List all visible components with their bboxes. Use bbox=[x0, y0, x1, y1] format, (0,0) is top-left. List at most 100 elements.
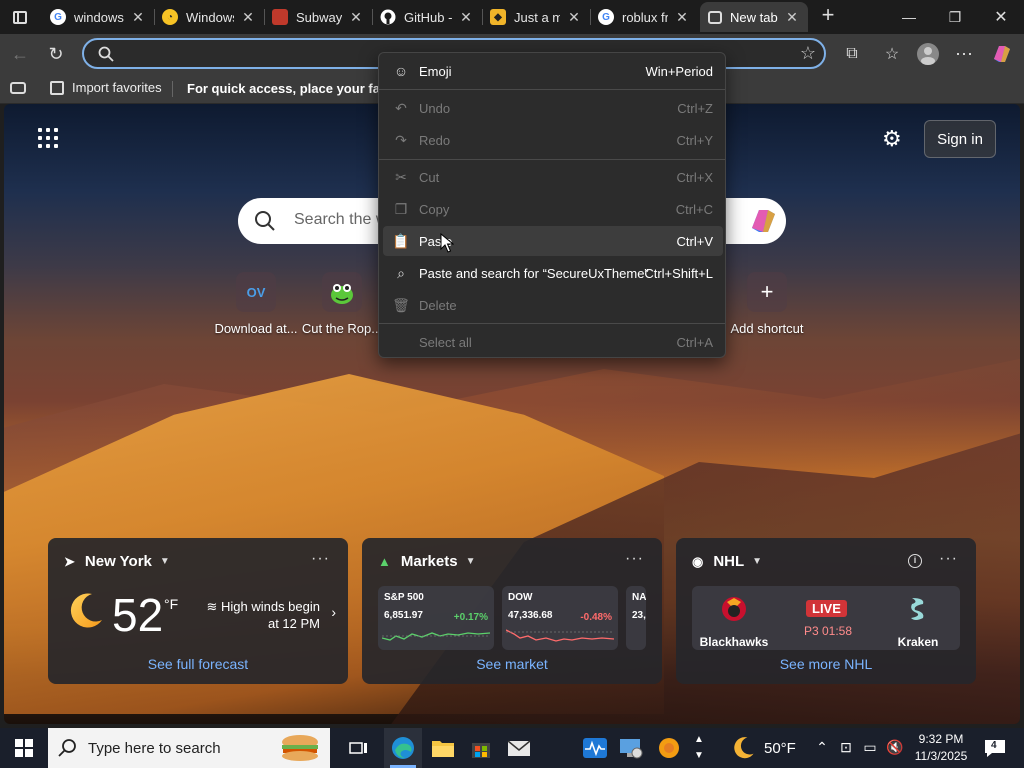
tray-weather[interactable]: 50°F bbox=[730, 728, 796, 768]
menu-item-copy[interactable]: ❐ Copy Ctrl+C bbox=[383, 194, 723, 224]
notifications-button[interactable]: 4 bbox=[984, 738, 1006, 758]
stock-card-sp500[interactable]: S&P 500 6,851.97 +0.17% bbox=[378, 586, 494, 650]
close-tab-icon[interactable]: ✕ bbox=[348, 9, 364, 26]
github-icon bbox=[380, 9, 396, 25]
kraken-logo-icon bbox=[911, 598, 924, 620]
stock-card-dow[interactable]: DOW 47,336.68 -0.48% bbox=[502, 586, 618, 650]
tab-just-a-moment[interactable]: ◆ Just a m ✕ bbox=[482, 2, 590, 32]
see-full-forecast-link[interactable]: See full forecast bbox=[48, 656, 348, 672]
nhl-selector[interactable]: ◉ NHL ▼ bbox=[692, 553, 762, 570]
clock-time: 9:32 PM bbox=[918, 732, 964, 746]
team-home: Blackhawks bbox=[694, 594, 774, 649]
menu-item-emoji[interactable]: ☺ Emoji Win+Period bbox=[383, 56, 723, 86]
menu-item-delete[interactable]: 🗑 Delete bbox=[383, 290, 723, 320]
taskbar-mail[interactable] bbox=[500, 728, 538, 768]
copy-icon: ❐ bbox=[394, 200, 408, 217]
new-tab-button[interactable]: + bbox=[816, 4, 840, 28]
taskbar-app-orange[interactable] bbox=[650, 728, 688, 768]
task-view-button[interactable] bbox=[340, 728, 378, 768]
profile-avatar[interactable] bbox=[914, 40, 942, 68]
tray-clock[interactable]: 9:32 PM 11/3/2025 bbox=[910, 731, 972, 765]
markets-widget[interactable]: ▲ Markets ▼ ··· S&P 500 6,851.97 +0.17% … bbox=[362, 538, 662, 684]
more-options-icon[interactable]: ··· bbox=[939, 550, 958, 568]
control-panel-icon bbox=[620, 739, 643, 759]
more-options-icon[interactable]: ··· bbox=[311, 550, 330, 568]
menu-item-paste-and-search[interactable]: ⌕ Paste and search for “SecureUxTheme” C… bbox=[383, 258, 723, 288]
tab-github[interactable]: GitHub - ✕ bbox=[372, 2, 482, 32]
tab-roblux[interactable]: G roblux fr ✕ bbox=[590, 2, 698, 32]
refresh-button[interactable]: ↻ bbox=[42, 40, 70, 68]
close-tab-icon[interactable]: ✕ bbox=[784, 9, 800, 26]
gear-icon[interactable]: ⚙ bbox=[882, 126, 908, 152]
nhl-widget[interactable]: ◉ NHL ▼ i ··· Blackhawks LIVE P3 01:58 K… bbox=[676, 538, 976, 684]
emoji-icon: ☺ bbox=[393, 63, 409, 79]
close-tab-icon[interactable]: ✕ bbox=[458, 9, 474, 26]
mail-icon bbox=[507, 740, 531, 756]
weather-widget[interactable]: ➤ New York ▼ ··· 52 °F ≋ High winds begi… bbox=[48, 538, 348, 684]
stock-value: 23, bbox=[632, 610, 646, 621]
weather-alert[interactable]: ≋ High winds begin at 12 PM bbox=[204, 598, 320, 632]
minimize-button[interactable]: — bbox=[886, 0, 932, 34]
restore-button[interactable]: ❐ bbox=[932, 0, 978, 34]
tab-windows-2[interactable]: ◔ Windows ✕ bbox=[154, 2, 264, 32]
shortcut-label: Add shortcut bbox=[730, 321, 804, 336]
team-away: Kraken bbox=[878, 594, 958, 649]
tab-windows[interactable]: G windows ✕ bbox=[42, 2, 154, 32]
menu-item-cut[interactable]: ✂ Cut Ctrl+X bbox=[383, 162, 723, 192]
menu-item-label: Emoji bbox=[419, 64, 452, 79]
app-launcher-icon[interactable] bbox=[38, 128, 58, 148]
away-team-name: Kraken bbox=[897, 635, 939, 649]
menu-item-undo[interactable]: ↶ Undo Ctrl+Z bbox=[383, 93, 723, 123]
taskbar-app-pulse[interactable] bbox=[576, 728, 614, 768]
hockey-icon: ◉ bbox=[692, 553, 704, 569]
tab-new-tab[interactable]: New tab ✕ bbox=[700, 2, 808, 32]
menu-item-select-all[interactable]: Select all Ctrl+A bbox=[383, 327, 723, 357]
import-favorites-button[interactable]: Import favorites bbox=[50, 80, 162, 95]
back-button[interactable]: ← bbox=[6, 40, 34, 68]
taskbar-file-explorer[interactable] bbox=[424, 728, 462, 768]
tab-actions-button[interactable] bbox=[8, 6, 32, 28]
chevron-right-icon[interactable]: › bbox=[331, 604, 336, 620]
sidebar-toggle-icon[interactable] bbox=[10, 82, 26, 94]
nhl-game-card[interactable]: Blackhawks LIVE P3 01:58 Kraken bbox=[692, 586, 960, 650]
camera-icon[interactable]: ⊡ bbox=[838, 739, 854, 757]
tab-subway[interactable]: Subway S ✕ bbox=[264, 2, 372, 32]
volume-muted-icon[interactable]: 🔇 bbox=[886, 739, 903, 757]
menu-item-shortcut: Ctrl+Y bbox=[676, 133, 713, 148]
copilot-icon[interactable] bbox=[988, 40, 1016, 68]
close-tab-icon[interactable]: ✕ bbox=[566, 9, 582, 26]
taskbar-scroll[interactable]: ▲ ▼ bbox=[688, 728, 710, 768]
extensions-icon[interactable]: ⧉ bbox=[838, 40, 866, 68]
stock-card-nasdaq[interactable]: NA 23, bbox=[626, 586, 646, 650]
network-icon[interactable]: ▭ bbox=[862, 739, 878, 757]
close-tab-icon[interactable]: ✕ bbox=[240, 9, 256, 26]
taskbar-app-tools[interactable] bbox=[612, 728, 650, 768]
copilot-icon[interactable] bbox=[748, 206, 780, 236]
close-window-button[interactable]: ✕ bbox=[978, 0, 1024, 34]
weather-location-selector[interactable]: ➤ New York ▼ bbox=[64, 553, 170, 570]
close-tab-icon[interactable]: ✕ bbox=[674, 9, 690, 26]
add-shortcut-button[interactable]: + Add shortcut bbox=[711, 272, 823, 336]
tray-weather-temp: 50°F bbox=[764, 739, 796, 757]
favorites-icon[interactable]: ☆ bbox=[878, 40, 906, 68]
menu-item-shortcut: Ctrl+Shift+L bbox=[644, 266, 713, 281]
taskbar-search-box[interactable]: Type here to search bbox=[48, 728, 330, 768]
game-period: P3 01:58 bbox=[803, 624, 853, 638]
markets-selector[interactable]: ▲ Markets ▼ bbox=[378, 553, 475, 570]
taskbar-store[interactable] bbox=[462, 728, 500, 768]
see-market-link[interactable]: See market bbox=[362, 656, 662, 672]
close-tab-icon[interactable]: ✕ bbox=[130, 9, 146, 26]
sign-in-button[interactable]: Sign in bbox=[924, 120, 996, 158]
favorite-star-icon[interactable]: ☆ bbox=[800, 43, 816, 64]
chevron-up-icon[interactable]: ⌃ bbox=[814, 739, 830, 757]
settings-more-icon[interactable]: ⋯ bbox=[950, 40, 978, 68]
taskbar-edge[interactable] bbox=[384, 728, 422, 768]
info-icon[interactable]: i bbox=[908, 554, 922, 568]
menu-item-redo[interactable]: ↷ Redo Ctrl+Y bbox=[383, 125, 723, 155]
chevron-down-icon: ▼ bbox=[159, 556, 170, 567]
more-options-icon[interactable]: ··· bbox=[625, 550, 644, 568]
see-more-nhl-link[interactable]: See more NHL bbox=[676, 656, 976, 672]
start-button[interactable] bbox=[0, 728, 48, 768]
search-icon bbox=[255, 211, 275, 231]
menu-item-paste[interactable]: 📋 Paste Ctrl+V bbox=[383, 226, 723, 256]
